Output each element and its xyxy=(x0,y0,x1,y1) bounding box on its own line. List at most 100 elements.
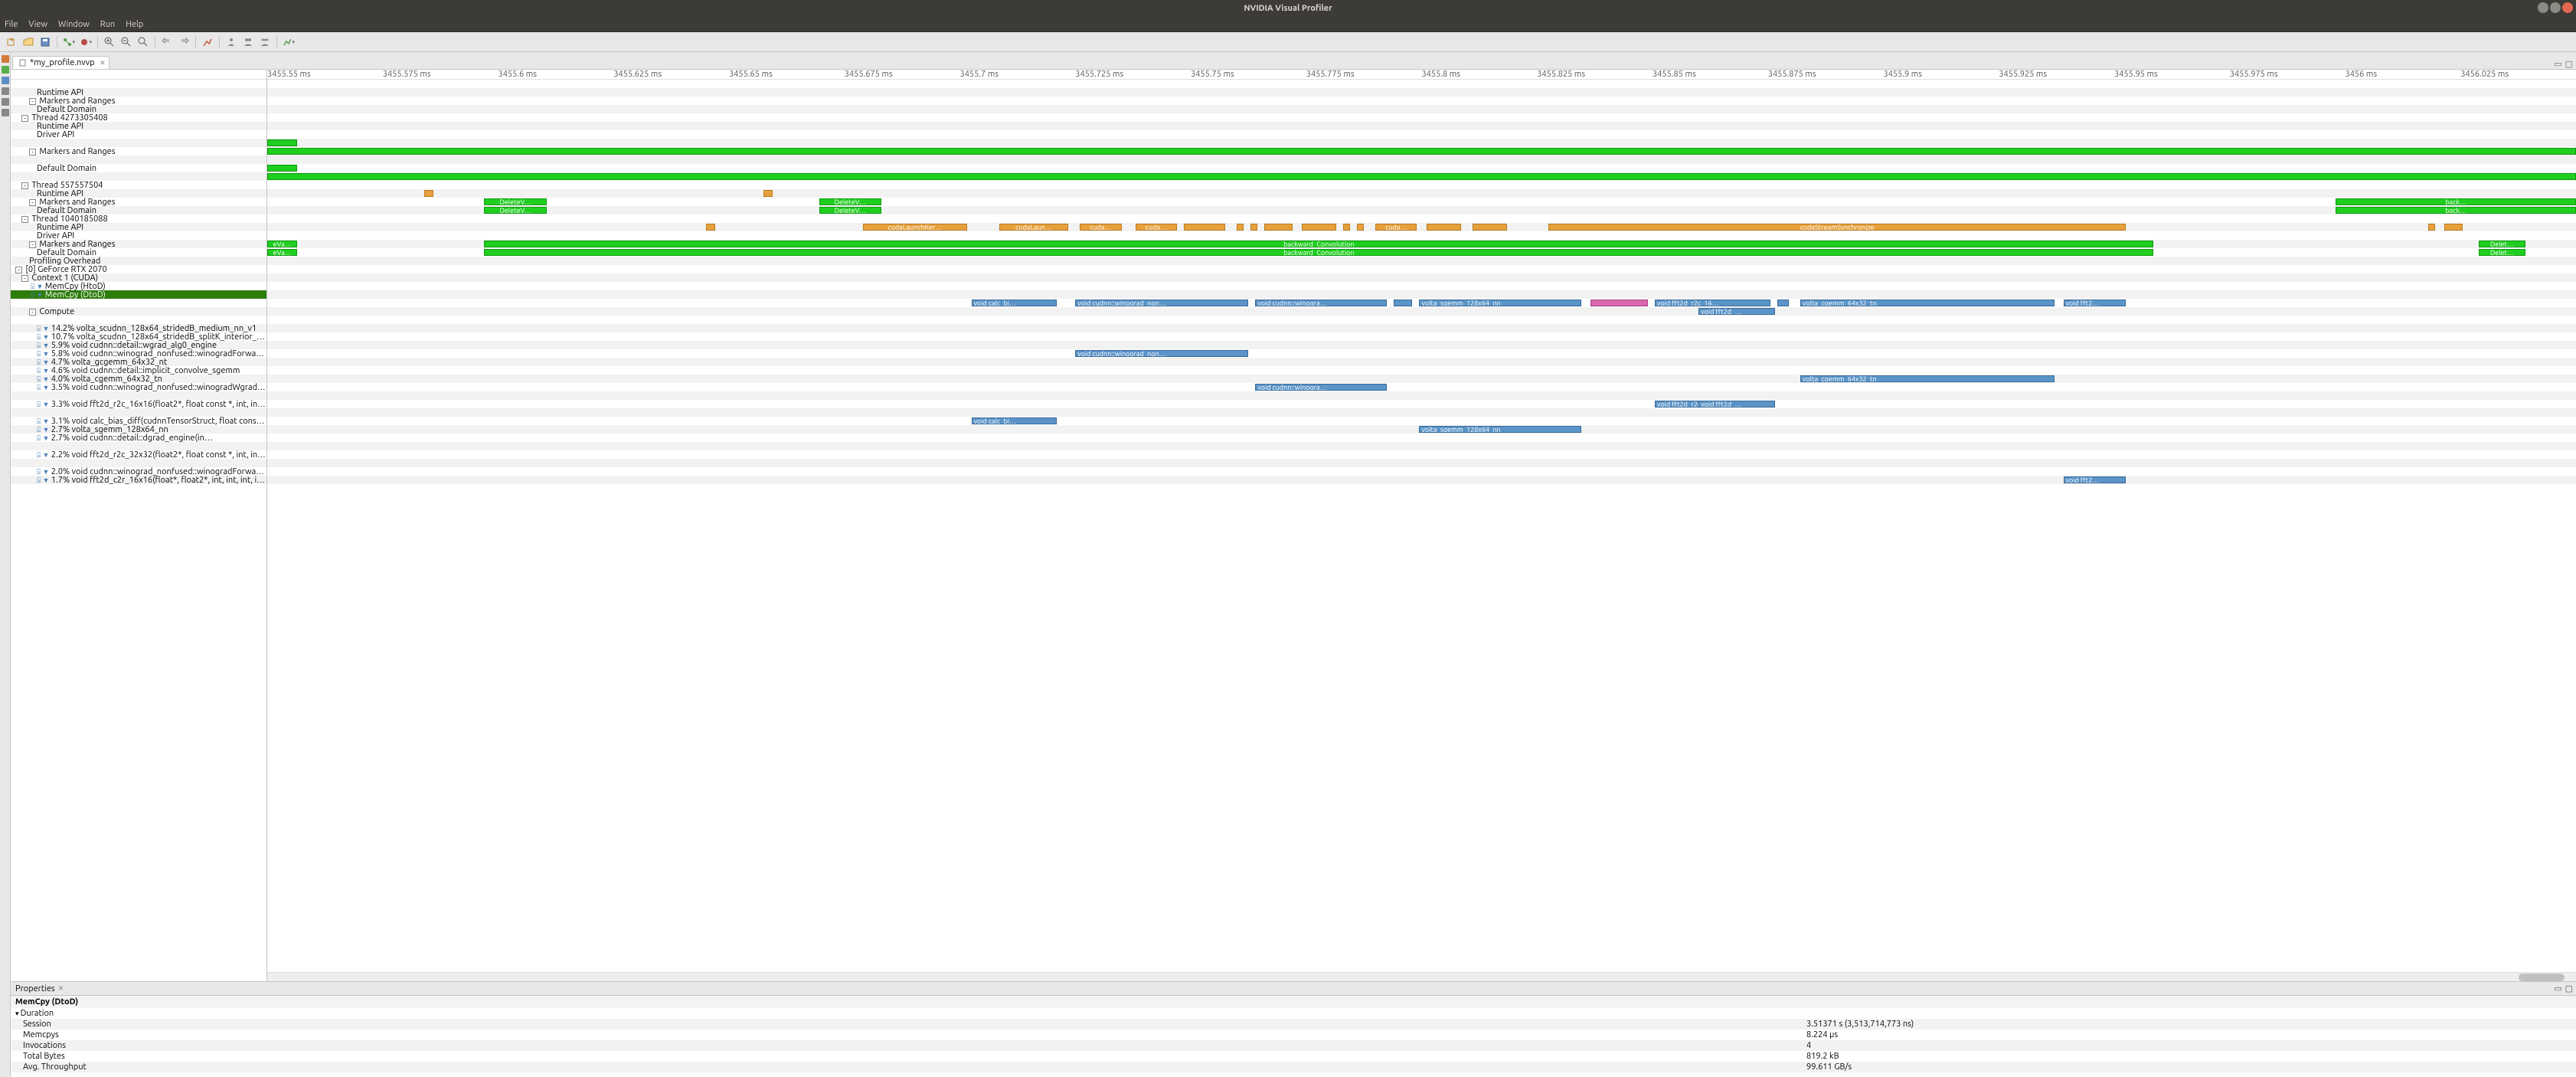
timeline-bar[interactable] xyxy=(267,139,297,146)
minimize-pane-icon[interactable]: ▭ xyxy=(2554,59,2561,69)
timeline-bar[interactable] xyxy=(1237,224,1244,231)
save-button[interactable] xyxy=(38,35,52,49)
timeline-track[interactable] xyxy=(267,88,2576,97)
filter-icon[interactable]: ⍄ ▼ xyxy=(37,333,49,341)
timeline-track[interactable] xyxy=(267,164,2576,172)
tree-row[interactable] xyxy=(11,172,266,181)
timeline-bar[interactable]: void calc_bi… xyxy=(972,417,1058,424)
filter-icon[interactable]: ⍄ ▼ xyxy=(37,451,49,459)
minimize-pane-icon[interactable]: ▭ xyxy=(2554,984,2561,994)
minimize-icon[interactable] xyxy=(2538,2,2548,13)
tree-row[interactable]: Driver API xyxy=(11,130,266,139)
timeline-bar[interactable]: cudaLaun… xyxy=(999,224,1068,231)
timeline-track[interactable]: eVa…backward_ConvolutionDelet… xyxy=(267,248,2576,257)
tree-row[interactable]: ⍄ ▼ 4.6% void cudnn::detail::implicit_co… xyxy=(11,366,266,375)
timeline-bar[interactable] xyxy=(1473,224,1507,231)
timeline-track[interactable] xyxy=(267,391,2576,400)
timeline-bar[interactable] xyxy=(1184,224,1225,231)
tree-row[interactable]: ⍄ ▼ 4.0% volta_cgemm_64x32_tn xyxy=(11,375,266,383)
timeline-track[interactable] xyxy=(267,231,2576,240)
filter-icon[interactable]: ⍄ ▼ xyxy=(37,468,49,476)
timeline-track[interactable] xyxy=(267,181,2576,189)
timeline-track[interactable] xyxy=(267,97,2576,105)
undo-button[interactable] xyxy=(160,35,174,49)
filter-icon[interactable]: ⍄ ▼ xyxy=(37,401,49,408)
timeline-bar[interactable]: eVa… xyxy=(267,241,297,247)
timeline-track[interactable]: void cudnn::winogra… xyxy=(267,383,2576,391)
record-button[interactable] xyxy=(79,35,93,49)
timeline-track[interactable] xyxy=(267,332,2576,341)
tree-column[interactable]: Runtime API- Markers and RangesDefault D… xyxy=(11,70,267,981)
timeline-bar[interactable]: DeleteV… xyxy=(819,198,881,205)
tree-row[interactable]: Runtime API xyxy=(11,189,266,198)
tree-row[interactable]: - Thread 4273305408 xyxy=(11,113,266,122)
import-button[interactable] xyxy=(5,35,18,49)
tree-row[interactable] xyxy=(11,442,266,450)
timeline-track[interactable] xyxy=(267,80,2576,88)
timeline-bar[interactable] xyxy=(267,165,297,172)
menu-view[interactable]: View xyxy=(28,20,47,29)
sidebar-icon-3[interactable] xyxy=(2,77,9,84)
timeline-track[interactable]: void fft2… xyxy=(267,476,2576,484)
timeline-bar[interactable] xyxy=(1357,224,1364,231)
chart-button[interactable] xyxy=(282,35,296,49)
expand-icon[interactable]: - xyxy=(29,241,36,248)
timeline-bar[interactable]: cudaStreamSynchronize xyxy=(1548,224,2126,231)
timeline-track[interactable]: void calc_bi… void cudnn::winograd_non… vo… xyxy=(267,299,2576,307)
filter-icon[interactable]: ⍄ ▼ xyxy=(37,325,49,332)
sidebar-icon-5[interactable] xyxy=(2,98,9,106)
timeline-bar[interactable]: void fft2d_r2c_16… xyxy=(1655,300,1770,306)
tree-row[interactable]: ⍄ ▼ 2.7% void cudnn::detail::dgrad_engin… xyxy=(11,434,266,442)
tree-row[interactable]: ⍄ ▼ 2.0% void cudnn::winograd_nonfused::… xyxy=(11,467,266,476)
tree-row[interactable]: ⍄ ▼ 3.1% void calc_bias_diff(cudnnTensor… xyxy=(11,417,266,425)
timeline-track[interactable]: DeleteV…DeleteV…back… xyxy=(267,206,2576,214)
expand-icon[interactable]: - xyxy=(29,98,36,105)
expand-icon[interactable]: - xyxy=(21,182,28,189)
tree-row[interactable] xyxy=(11,391,266,400)
menu-file[interactable]: File xyxy=(5,20,18,29)
timeline-bar[interactable]: eVa… xyxy=(267,249,297,256)
timeline-track[interactable] xyxy=(267,172,2576,181)
tree-row[interactable] xyxy=(11,139,266,147)
timeline-track[interactable] xyxy=(267,147,2576,155)
people-button-2[interactable] xyxy=(241,35,255,49)
tree-row[interactable]: Profiling Overhead xyxy=(11,257,266,265)
timeline-bar[interactable]: DeleteV… xyxy=(819,207,881,214)
timeline-bar[interactable]: void cudnn::winogra… xyxy=(1255,384,1387,391)
tree-row[interactable]: ⍄ ▼ MemCpy (HtoD) xyxy=(11,282,266,290)
timeline-track[interactable]: void fft2d_… xyxy=(267,307,2576,316)
expand-icon[interactable]: - xyxy=(21,115,28,122)
timeline-track[interactable] xyxy=(267,459,2576,467)
timeline-bar[interactable] xyxy=(1427,224,1461,231)
timeline-bar[interactable]: void calc_bi… xyxy=(972,300,1058,306)
timeline-track[interactable] xyxy=(267,442,2576,450)
tree-row[interactable]: - Markers and Ranges xyxy=(11,198,266,206)
tab-profile[interactable]: *my_profile.nvvp ✕ xyxy=(12,56,110,69)
timeline-bar[interactable]: void cudnn::winograd_non… xyxy=(1075,300,1248,306)
menu-run[interactable]: Run xyxy=(100,20,115,29)
timeline-bar[interactable]: void cudnn::winogra… xyxy=(1255,300,1387,306)
timeline-bar[interactable] xyxy=(706,224,715,231)
timeline-track[interactable]: volta_sgemm_128x64_nn xyxy=(267,425,2576,434)
timeline-bar[interactable]: back… xyxy=(2336,198,2576,205)
timeline-bar[interactable]: back… xyxy=(2336,207,2576,214)
tree-row[interactable]: Runtime API xyxy=(11,122,266,130)
timeline-track[interactable] xyxy=(267,189,2576,198)
timeline-bar[interactable] xyxy=(2444,224,2463,231)
timeline-bar[interactable]: volta_cgemm_64x32_tn xyxy=(1800,375,2055,382)
tree-row[interactable]: ⍄ ▼ 4.7% volta_gcgemm_64x32_nt xyxy=(11,358,266,366)
timeline-bar[interactable] xyxy=(763,190,773,197)
filter-icon[interactable]: ⍄ ▼ xyxy=(37,358,49,366)
sidebar-icon-4[interactable] xyxy=(2,87,9,95)
timeline-track[interactable]: eVa…backward_ConvolutionDelet… xyxy=(267,240,2576,248)
filter-icon[interactable]: ⍄ ▼ xyxy=(37,417,49,425)
timeline-track[interactable] xyxy=(267,130,2576,139)
zoom-in-button[interactable] xyxy=(103,35,116,49)
tab-close-icon[interactable]: ✕ xyxy=(100,59,106,67)
tree-row[interactable]: ⍄ ▼ 10.7% volta_scudnn_128x64_stridedB_s… xyxy=(11,332,266,341)
timeline-bar[interactable]: backward_Convolution xyxy=(484,241,2153,247)
timeline-bar[interactable] xyxy=(1343,224,1350,231)
maximize-icon[interactable] xyxy=(2550,2,2561,13)
timeline-bar[interactable]: void fft2… xyxy=(2064,300,2126,306)
tree-row[interactable]: ⍄ ▼ 1.7% void fft2d_c2r_16x16(float*, fl… xyxy=(11,476,266,484)
